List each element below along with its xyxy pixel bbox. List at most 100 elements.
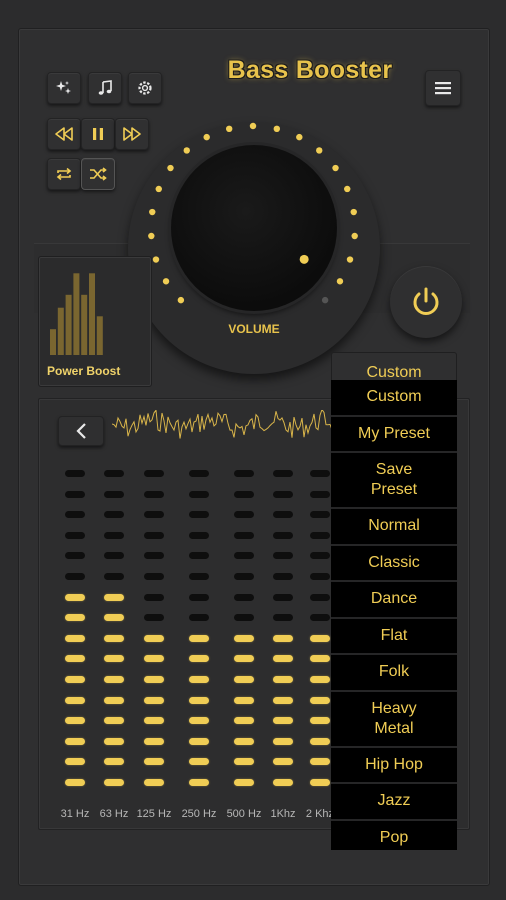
eq-segment (144, 676, 164, 683)
eq-segment (65, 573, 85, 580)
waveform-line (112, 410, 332, 439)
eq-band-label: 1Khz (270, 808, 296, 820)
preset-option[interactable]: Save Preset (331, 453, 457, 509)
rewind-button[interactable] (47, 118, 81, 150)
eq-segment (234, 552, 254, 560)
power-boost-bar (81, 294, 88, 355)
eq-segment (189, 779, 209, 786)
eq-segment (234, 696, 254, 704)
preset-option[interactable]: Heavy Metal (331, 691, 457, 748)
preset-option-label: Pop (379, 828, 409, 846)
preset-option[interactable]: My Preset (331, 416, 457, 453)
power-boost-panel[interactable]: Power Boost (38, 256, 152, 387)
waveform-visualizer (112, 410, 332, 439)
sparkle-icon (56, 81, 71, 94)
shuffle-button[interactable] (81, 158, 115, 190)
eq-segment (144, 758, 164, 766)
preset-option[interactable]: Dance (331, 582, 457, 619)
pause-icon (93, 128, 103, 140)
eq-segment (234, 676, 254, 683)
preset-option-label: Custom (366, 388, 422, 406)
eq-segment (310, 655, 330, 663)
eq-segment (234, 614, 254, 622)
power-boost-bar (96, 316, 103, 355)
eq-segment (189, 655, 209, 663)
eq-segment (65, 676, 85, 683)
eq-segment (189, 573, 209, 580)
sparkle-button[interactable] (47, 72, 81, 104)
eq-segment (273, 717, 293, 725)
menu-button[interactable] (425, 70, 461, 106)
eq-segment (310, 758, 330, 766)
eq-segment (65, 737, 85, 745)
music-note-icon (98, 80, 112, 95)
eq-segment (234, 737, 254, 745)
eq-segment (189, 758, 209, 766)
volume-knob[interactable] (171, 145, 337, 311)
eq-segment (104, 490, 124, 498)
eq-segment (144, 531, 164, 539)
preset-option[interactable]: Classic (331, 545, 457, 582)
preset-option[interactable]: Hip Hop (331, 747, 457, 784)
eq-segment (273, 737, 293, 745)
eq-segment (234, 717, 254, 725)
eq-segment (65, 470, 85, 477)
power-boost-bar (73, 273, 80, 355)
preset-option[interactable]: Flat (331, 618, 457, 655)
eq-segment (310, 696, 330, 704)
eq-segment (310, 614, 330, 622)
eq-segment (310, 490, 330, 498)
eq-segment (65, 490, 85, 498)
eq-segment (189, 634, 209, 642)
preset-option-label: Heavy Metal (371, 699, 417, 737)
eq-segment (65, 779, 85, 786)
eq-segment (234, 531, 254, 539)
eq-segment (144, 490, 164, 498)
eq-segment (65, 531, 85, 539)
eq-band-label: 63 Hz (99, 808, 129, 820)
fast-forward-button[interactable] (115, 118, 149, 150)
music-button[interactable] (88, 72, 122, 104)
preset-option-label: Hip Hop (365, 755, 423, 773)
eq-segment (104, 696, 124, 704)
eq-segment (310, 717, 330, 725)
preset-option[interactable]: Pop (331, 820, 457, 850)
menu-icon (435, 82, 451, 95)
preset-option[interactable]: Jazz (331, 784, 457, 821)
eq-segment (104, 593, 124, 601)
power-boost-bars (50, 273, 103, 355)
eq-segment (310, 779, 330, 786)
eq-segment (189, 593, 209, 601)
repeat-button[interactable] (47, 158, 81, 190)
eq-segment (104, 552, 124, 560)
eq-segment (104, 634, 124, 642)
preset-dropdown[interactable]: Custom (331, 352, 457, 382)
pause-button[interactable] (81, 118, 115, 150)
preset-option[interactable]: Folk (331, 655, 457, 692)
eq-segment (104, 676, 124, 683)
eq-segment (273, 779, 293, 786)
eq-segment (234, 758, 254, 766)
eq-segment (273, 634, 293, 642)
eq-segment (104, 717, 124, 725)
eq-segment (310, 552, 330, 560)
power-button[interactable] (390, 266, 462, 338)
eq-band-label: 125 Hz (136, 808, 172, 820)
eq-segment (273, 676, 293, 683)
preset-option[interactable]: Custom (331, 380, 457, 417)
preset-option[interactable]: Normal (331, 509, 457, 546)
eq-band-label: 250 Hz (181, 808, 217, 820)
eq-band-label: 500 Hz (226, 808, 262, 820)
settings-button[interactable] (128, 72, 162, 104)
eq-segment (65, 552, 85, 560)
power-boost-bar (89, 273, 95, 355)
eq-segment (273, 490, 293, 498)
eq-segment (189, 531, 209, 539)
eq-segment (144, 634, 164, 642)
shuffle-icon (90, 167, 107, 181)
eq-segment (144, 573, 164, 580)
preset-option-label: Normal (368, 517, 420, 535)
eq-segment (65, 758, 85, 766)
eq-segment (310, 511, 330, 519)
back-button[interactable] (58, 416, 104, 446)
